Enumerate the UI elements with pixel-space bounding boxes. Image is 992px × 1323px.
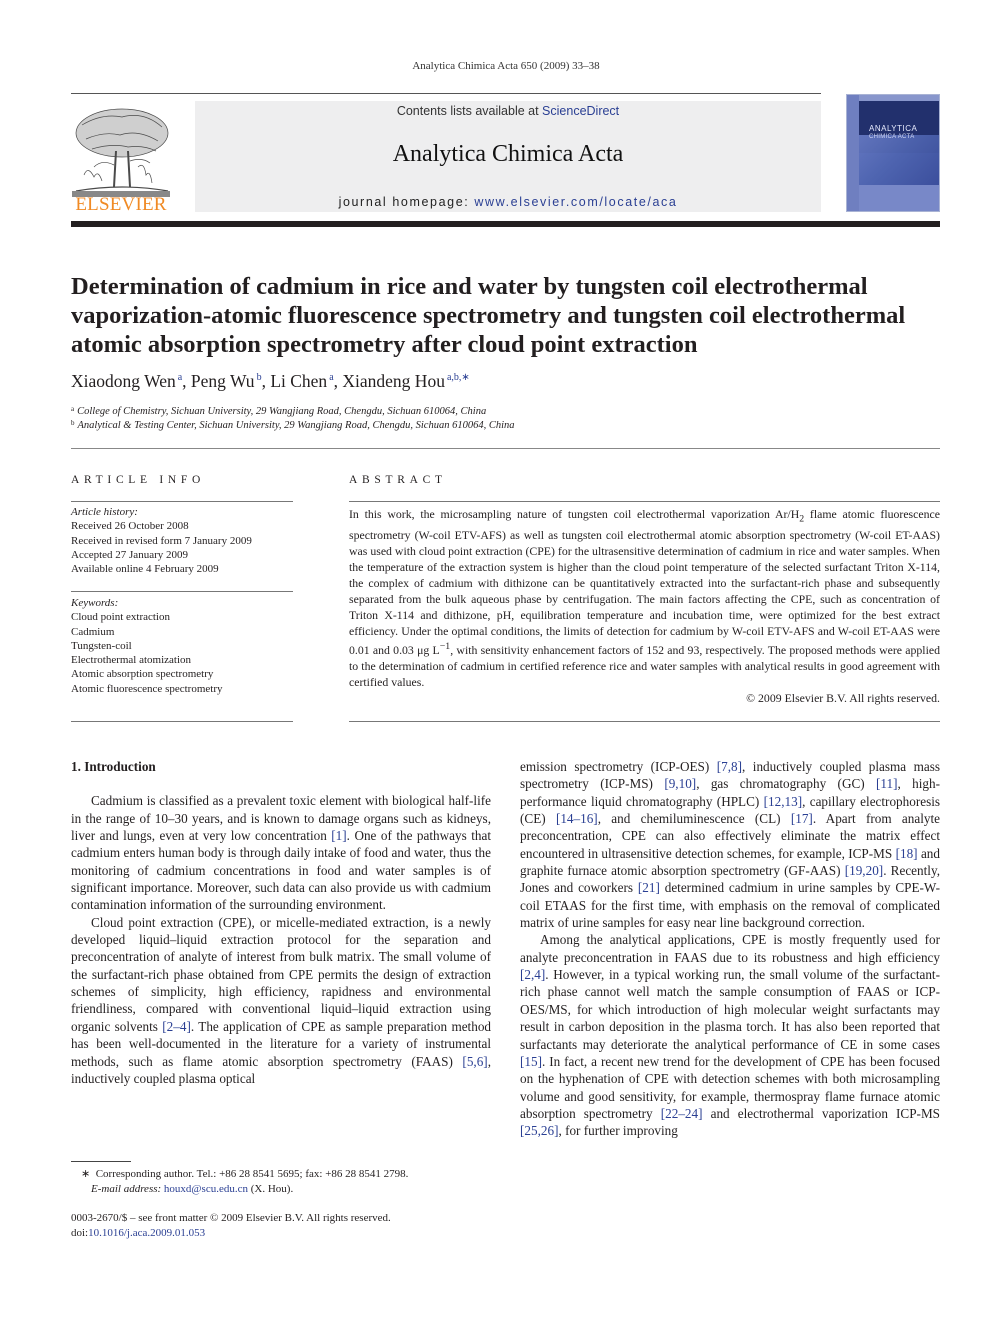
- article-info-heading: ARTICLE INFO: [71, 474, 205, 486]
- abstract-body: In this work, the microsampling nature o…: [349, 506, 940, 706]
- article-history: Article history: Received 26 October 200…: [71, 505, 252, 576]
- abstract-bottom-rule: [349, 721, 940, 722]
- article-info-bottom-rule: [71, 721, 293, 722]
- author-affil-mark[interactable]: a,b,∗: [447, 372, 470, 383]
- citation-link[interactable]: [2,4]: [520, 967, 545, 982]
- history-item: Accepted 27 January 2009: [71, 548, 188, 561]
- article-title: Determination of cadmium in rice and wat…: [71, 273, 906, 358]
- email-label: E-mail address:: [91, 1182, 162, 1195]
- intro-paragraph-3: Among the analytical applications, CPE i…: [520, 932, 941, 1139]
- citation-link[interactable]: [7,8]: [717, 759, 742, 774]
- author-list: Xiaodong Wen a, Peng Wu b, Li Chen a, Xiand…: [71, 371, 470, 391]
- article-info-rule: [71, 501, 293, 502]
- abstract-superscript: −1: [439, 641, 451, 653]
- history-item: Received in revised form 7 January 2009: [71, 534, 252, 547]
- keywords-label: Keywords:: [71, 597, 119, 609]
- citation-link[interactable]: [1]: [331, 828, 346, 843]
- cover-side-strip: [847, 95, 859, 211]
- body-column-left: 1. Introduction Cadmium is classified as…: [71, 758, 491, 1087]
- abstract-text: flame atomic fluorescence spectrometry (…: [349, 507, 940, 658]
- author-name[interactable]: Xiaodong Wen: [71, 371, 176, 391]
- sciencedirect-link[interactable]: ScienceDirect: [542, 104, 619, 118]
- abstract-heading: ABSTRACT: [349, 474, 447, 486]
- keyword[interactable]: Tungsten-coil: [71, 639, 223, 653]
- doi-label: doi:: [71, 1227, 89, 1239]
- intro-paragraph-1: Cadmium is classified as a prevalent tox…: [71, 793, 491, 913]
- footnote-marker: ∗: [81, 1168, 91, 1180]
- affiliation: b Analytical & Testing Center, Sichuan Un…: [71, 419, 515, 431]
- keyword[interactable]: Cloud point extraction: [71, 610, 223, 624]
- keyword[interactable]: Cadmium: [71, 625, 223, 639]
- body-column-right: emission spectrometry (ICP-OES) [7,8], i…: [520, 758, 940, 1140]
- history-label: Article history:: [71, 506, 138, 518]
- affiliation-text: Analytical & Testing Center, Sichuan Uni…: [77, 420, 515, 431]
- keyword[interactable]: Atomic fluorescence spectrometry: [71, 682, 223, 696]
- contents-line: Contents lists available at ScienceDirec…: [195, 104, 821, 118]
- history-item: Available online 4 February 2009: [71, 563, 219, 576]
- corresponding-author-footnote: ∗ Corresponding author. Tel.: +86 28 854…: [71, 1167, 491, 1196]
- front-matter: 0003-2670/$ – see front matter © 2009 El…: [71, 1211, 391, 1241]
- keyword[interactable]: Atomic absorption spectrometry: [71, 667, 223, 681]
- citation-link[interactable]: [17]: [791, 811, 813, 826]
- citation-link[interactable]: [21]: [638, 880, 660, 895]
- citation-link[interactable]: [14–16]: [556, 811, 598, 826]
- citation-link[interactable]: [2–4]: [162, 1019, 191, 1034]
- email-suffix: (X. Hou).: [247, 1182, 294, 1195]
- history-item: Received 26 October 2008: [71, 520, 189, 533]
- affiliation-key: b: [71, 419, 75, 427]
- tree-icon: [72, 108, 170, 197]
- cover-subtitle: CHIMICA ACTA: [869, 134, 915, 140]
- footnote-rule: [71, 1161, 131, 1162]
- intro-paragraph-2: Cloud point extraction (CPE), or micelle…: [71, 914, 492, 1086]
- doi-link[interactable]: 10.1016/j.aca.2009.01.053: [88, 1227, 205, 1239]
- citation-link[interactable]: [25,26]: [520, 1123, 558, 1138]
- author-affil-mark[interactable]: a: [178, 372, 182, 383]
- elsevier-logo[interactable]: ELSEVIER: [70, 103, 172, 215]
- citation-link[interactable]: [9,10]: [664, 776, 696, 791]
- keyword[interactable]: Electrothermal atomization: [71, 653, 223, 667]
- keywords-rule: [71, 591, 293, 592]
- author-affil-mark[interactable]: a: [329, 372, 333, 383]
- section-heading-introduction: 1. Introduction: [71, 759, 156, 774]
- citation-link[interactable]: [18]: [896, 846, 918, 861]
- journal-name: Analytica Chimica Acta: [392, 141, 624, 167]
- cover-photo: [847, 135, 939, 185]
- affiliation-text: College of Chemistry, Sichuan University…: [77, 406, 487, 417]
- email-link[interactable]: houxd@scu.edu.cn: [164, 1183, 248, 1195]
- section-divider: [71, 448, 940, 449]
- abstract-copyright: © 2009 Elsevier B.V. All rights reserved…: [746, 691, 940, 706]
- running-head: Analytica Chimica Acta 650 (2009) 33–38: [412, 60, 600, 72]
- affiliation-key: a: [71, 405, 75, 413]
- abstract-text: In this work, the microsampling nature o…: [349, 507, 800, 521]
- citation-link[interactable]: [5,6]: [462, 1054, 487, 1069]
- citation-link[interactable]: [12,13]: [764, 794, 802, 809]
- journal-header: Contents lists available at ScienceDirec…: [195, 101, 821, 212]
- citation-link[interactable]: [22–24]: [661, 1106, 703, 1121]
- homepage-label: journal homepage:: [338, 195, 475, 209]
- affiliation: a College of Chemistry, Sichuan Universit…: [71, 405, 486, 417]
- cover-title: ANALYTICA: [869, 124, 918, 133]
- author-name[interactable]: Peng Wu: [191, 371, 255, 391]
- contents-prefix: Contents lists available at: [396, 104, 543, 118]
- cover-top-band: [859, 95, 939, 101]
- citation-link[interactable]: [19,20]: [845, 863, 883, 878]
- author-name[interactable]: Li Chen: [270, 371, 327, 391]
- citation-link[interactable]: [11]: [876, 776, 897, 791]
- issn-line: 0003-2670/$ – see front matter © 2009 El…: [71, 1212, 391, 1224]
- cover-lower-panel: [847, 185, 939, 211]
- citation-link[interactable]: [15]: [520, 1054, 542, 1069]
- top-rule: [71, 93, 821, 94]
- corresponding-author-text: Corresponding author. Tel.: +86 28 8541 …: [95, 1168, 409, 1180]
- author-affil-mark[interactable]: b: [257, 372, 262, 383]
- abstract-rule: [349, 501, 940, 502]
- elsevier-wordmark: ELSEVIER: [75, 194, 167, 215]
- header-divider: [71, 221, 940, 227]
- journal-homepage: journal homepage: www.elsevier.com/locat…: [195, 195, 821, 209]
- homepage-link[interactable]: www.elsevier.com/locate/aca: [474, 195, 677, 209]
- journal-cover-image[interactable]: ANALYTICA CHIMICA ACTA: [846, 94, 940, 212]
- intro-paragraph-2-continued: emission spectrometry (ICP-OES) [7,8], i…: [520, 759, 941, 931]
- keywords: Keywords: Cloud point extraction Cadmium…: [71, 596, 223, 696]
- author-name[interactable]: Xiandeng Hou: [342, 371, 445, 391]
